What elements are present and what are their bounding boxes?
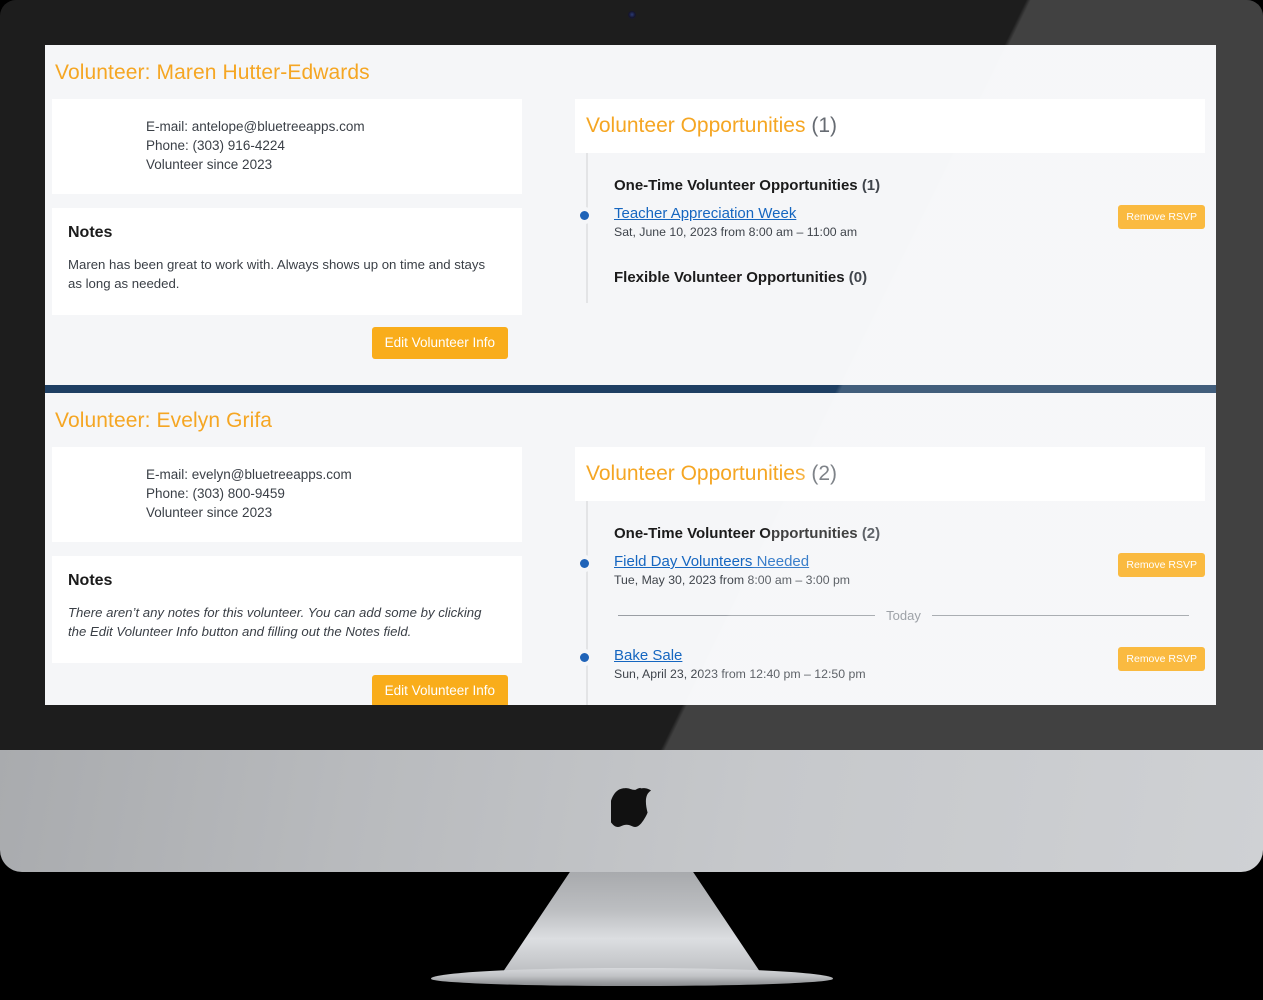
remove-rsvp-button[interactable]: Remove RSVP xyxy=(1118,205,1205,229)
opportunities-header: Volunteer Opportunities (2) xyxy=(575,447,1205,501)
flexible-heading-count: (0) xyxy=(848,269,868,286)
opportunities-title-text: Volunteer Opportunities xyxy=(586,114,806,137)
apple-logo xyxy=(610,787,651,827)
monitor-stand xyxy=(497,872,766,980)
opportunity-link[interactable]: Field Day Volunteers Needed xyxy=(614,553,809,570)
list-item: Teacher Appreciation Week Sat, June 10, … xyxy=(580,205,1205,239)
opportunity-datetime: Sat, June 10, 2023 from 8:00 am – 11:00 … xyxy=(614,225,858,239)
one-time-heading: One-Time Volunteer Opportunities (2) xyxy=(614,525,1205,542)
volunteer-section: Volunteer: Evelyn Grifa E-mail: evelyn@b… xyxy=(45,393,1216,705)
opportunity-text: Bake Sale Sun, April 23, 2023 from 12:40… xyxy=(614,647,1106,681)
remove-rsvp-button[interactable]: Remove RSVP xyxy=(1118,553,1205,577)
page-title: Volunteer: Maren Hutter-Edwards xyxy=(55,61,370,84)
flexible-heading: Flexible Volunteer Opportunities (0) xyxy=(614,269,1205,286)
opportunities-column: Volunteer Opportunities (1) One-Time Vol… xyxy=(522,99,1216,303)
timeline-dot-icon xyxy=(580,653,589,662)
list-item: Field Day Volunteers Needed Tue, May 30,… xyxy=(580,553,1205,587)
opportunities-timeline: One-Time Volunteer Opportunities (2) Fie… xyxy=(575,501,1205,705)
edit-button-row: Edit Volunteer Info xyxy=(52,315,522,375)
one-time-heading-count: (2) xyxy=(861,525,881,542)
edit-button-row: Edit Volunteer Info xyxy=(52,663,522,705)
imac-scene: Volunteer: Maren Hutter-Edwards E-mail: … xyxy=(0,0,1263,1000)
timeline-dot-icon xyxy=(580,211,589,220)
one-time-heading-count: (1) xyxy=(861,177,881,194)
volunteer-section: Volunteer: Maren Hutter-Edwards E-mail: … xyxy=(45,45,1216,393)
notes-heading: Notes xyxy=(68,572,113,589)
opportunities-header: Volunteer Opportunities (1) xyxy=(575,99,1205,153)
opportunities-count: (2) xyxy=(811,462,837,485)
edit-volunteer-info-button[interactable]: Edit Volunteer Info xyxy=(371,327,508,359)
opportunity-text: Teacher Appreciation Week Sat, June 10, … xyxy=(614,205,1106,239)
monitor-stand-base xyxy=(430,968,833,986)
opportunities-title-text: Volunteer Opportunities xyxy=(586,462,806,485)
one-time-heading: One-Time Volunteer Opportunities (1) xyxy=(614,177,1205,194)
list-item: Bake Sale Sun, April 23, 2023 from 12:40… xyxy=(580,647,1205,681)
opportunities-title: Volunteer Opportunities (2) xyxy=(586,462,1205,486)
email-line: E-mail: evelyn@bluetreeapps.com xyxy=(146,467,352,482)
timeline-dot-icon xyxy=(580,559,589,568)
notes-heading: Notes xyxy=(68,224,113,241)
section-divider xyxy=(45,385,1216,393)
one-time-heading-text: One-Time Volunteer Opportunities xyxy=(614,177,858,194)
today-divider: Today xyxy=(618,608,1189,623)
phone-line: Phone: (303) 800-9459 xyxy=(146,486,285,501)
notes-text: Maren has been great to work with. Alway… xyxy=(68,257,486,291)
opportunities-column: Volunteer Opportunities (2) One-Time Vol… xyxy=(522,447,1216,705)
phone-line: Phone: (303) 916-4224 xyxy=(146,138,285,153)
opportunity-link[interactable]: Bake Sale xyxy=(614,647,682,664)
notes-card: Notes There aren’t any notes for this vo… xyxy=(52,556,522,663)
opportunities-timeline: One-Time Volunteer Opportunities (1) Tea… xyxy=(575,153,1205,303)
since-line: Volunteer since 2023 xyxy=(146,505,273,520)
notes-text: There aren’t any notes for this voluntee… xyxy=(68,605,482,639)
email-line: E-mail: antelope@bluetreeapps.com xyxy=(146,119,365,134)
opportunity-datetime: Tue, May 30, 2023 from 8:00 am – 3:00 pm xyxy=(614,573,851,587)
opportunity-datetime: Sun, April 23, 2023 from 12:40 pm – 12:5… xyxy=(614,667,866,681)
webcam-icon xyxy=(628,11,636,19)
opportunity-link[interactable]: Teacher Appreciation Week xyxy=(614,205,796,222)
volunteer-details-column: E-mail: antelope@bluetreeapps.com Phone:… xyxy=(52,99,522,375)
edit-volunteer-info-button[interactable]: Edit Volunteer Info xyxy=(371,675,508,705)
since-line: Volunteer since 2023 xyxy=(146,157,273,172)
flexible-heading-text: Flexible Volunteer Opportunities xyxy=(614,269,845,286)
page-title: Volunteer: Evelyn Grifa xyxy=(55,409,273,432)
contact-card: E-mail: evelyn@bluetreeapps.com Phone: (… xyxy=(52,447,522,542)
opportunities-count: (1) xyxy=(811,114,837,137)
opportunity-text: Field Day Volunteers Needed Tue, May 30,… xyxy=(614,553,1106,587)
one-time-heading-text: One-Time Volunteer Opportunities xyxy=(614,525,858,542)
screen-content: Volunteer: Maren Hutter-Edwards E-mail: … xyxy=(45,45,1216,705)
remove-rsvp-button[interactable]: Remove RSVP xyxy=(1118,647,1205,671)
notes-card: Notes Maren has been great to work with.… xyxy=(52,208,522,315)
volunteer-details-column: E-mail: evelyn@bluetreeapps.com Phone: (… xyxy=(52,447,522,705)
contact-card: E-mail: antelope@bluetreeapps.com Phone:… xyxy=(52,99,522,194)
opportunities-title: Volunteer Opportunities (1) xyxy=(586,114,1205,138)
